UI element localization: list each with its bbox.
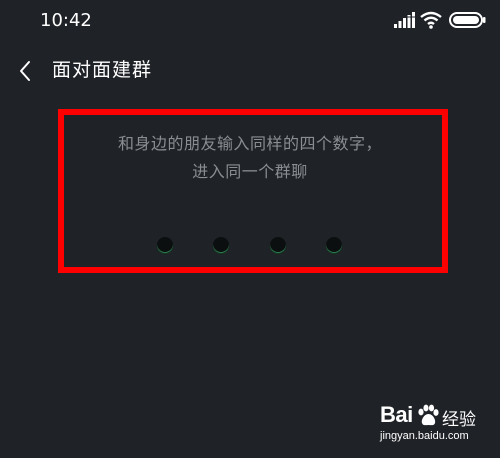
watermark-brand: Bai (380, 402, 413, 427)
highlight-annotation-box (58, 109, 448, 273)
signal-icon (394, 12, 416, 28)
header: 面对面建群 (0, 48, 500, 92)
back-button[interactable] (10, 54, 42, 86)
status-bar: 10:42 (0, 0, 500, 42)
watermark-suffix: 经验 (442, 410, 476, 430)
status-time: 10:42 (40, 10, 92, 31)
wifi-icon (420, 11, 442, 29)
watermark-url: jingyan.baidu.com (380, 430, 469, 442)
chevron-left-icon (20, 61, 30, 81)
battery-icon (449, 12, 486, 28)
baidu-jingyan-watermark: Bai 经验 jingyan.baidu.com (380, 398, 492, 450)
page-title: 面对面建群 (52, 59, 153, 81)
watermark-logo: Bai 经验 (380, 402, 492, 432)
paw-icon (418, 404, 439, 426)
